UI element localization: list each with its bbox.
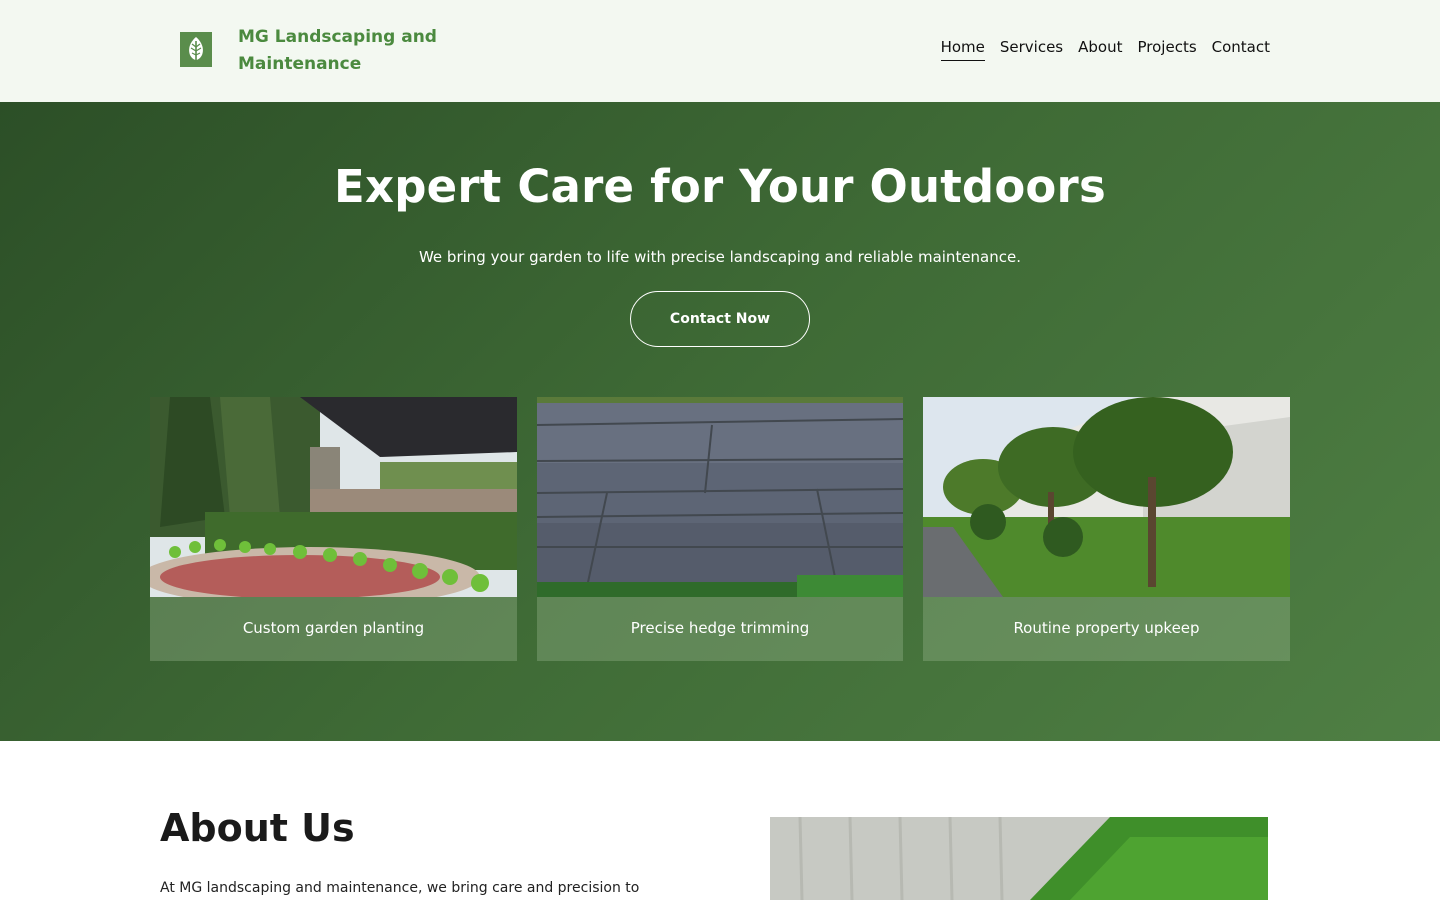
hero-title: Expert Care for Your Outdoors [334, 160, 1106, 213]
nav-contact[interactable]: Contact [1212, 38, 1270, 61]
card-caption: Precise hedge trimming [537, 597, 903, 661]
hero-section: Expert Care for Your Outdoors We bring y… [0, 102, 1440, 741]
garden-planting-photo [150, 397, 517, 597]
brand-name[interactable]: MG Landscaping and Maintenance [238, 24, 458, 78]
about-text: At MG landscaping and maintenance, we br… [160, 880, 640, 896]
brand[interactable]: MG Landscaping and Maintenance [180, 24, 458, 78]
wall-lawn-photo [770, 817, 1268, 900]
main-nav: Home Services About Projects Contact [940, 38, 1270, 61]
nav-services[interactable]: Services [1000, 38, 1063, 61]
nav-home[interactable]: Home [940, 38, 985, 61]
service-card-garden[interactable]: Custom garden planting [150, 397, 517, 661]
site-header: MG Landscaping and Maintenance Home Serv… [0, 0, 1440, 102]
card-caption: Custom garden planting [150, 597, 517, 661]
nav-about[interactable]: About [1078, 38, 1122, 61]
card-caption: Routine property upkeep [923, 597, 1290, 661]
trees-building-photo [923, 397, 1290, 597]
about-title: About Us [160, 806, 355, 850]
service-card-hedge[interactable]: Precise hedge trimming [537, 397, 903, 661]
stone-pavement-photo [537, 397, 903, 597]
hero-subtitle: We bring your garden to life with precis… [418, 248, 1021, 266]
service-card-upkeep[interactable]: Routine property upkeep [923, 397, 1290, 661]
nav-projects[interactable]: Projects [1138, 38, 1197, 61]
leaf-icon [180, 32, 212, 67]
contact-now-button[interactable]: Contact Now [630, 291, 810, 347]
